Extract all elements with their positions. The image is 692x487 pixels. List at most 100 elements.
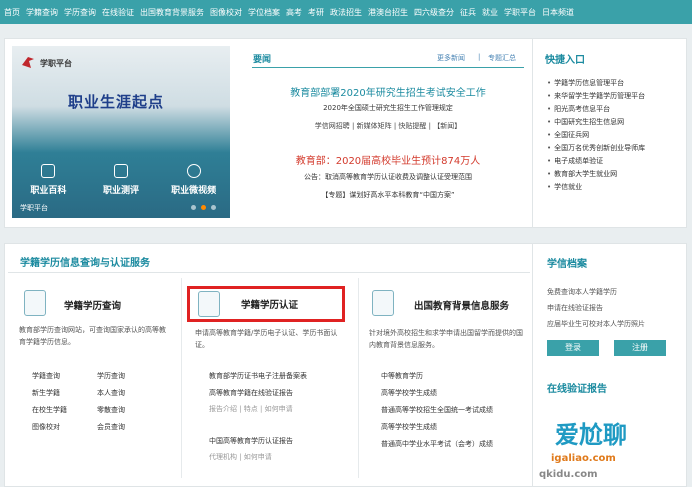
abroad-service-title[interactable]: 出国教育背景信息服务 bbox=[414, 298, 509, 312]
auth-link-3-sub[interactable]: 代理机构 | 如何申请 bbox=[209, 449, 272, 466]
query-link[interactable]: 学历查询 bbox=[97, 368, 162, 385]
archive-title: 学信档案 bbox=[547, 259, 587, 270]
quick-entry-item[interactable]: 教育部大学生就业网 bbox=[547, 168, 645, 181]
carousel-dot-active[interactable] bbox=[201, 205, 206, 210]
quick-entry-item[interactable]: 电子成绩单验证 bbox=[547, 155, 645, 168]
nav-link[interactable]: 在线验证 bbox=[102, 7, 134, 18]
query-link[interactable]: 零散查询 bbox=[97, 402, 162, 419]
col-divider bbox=[181, 278, 182, 478]
login-button[interactable]: 登录 bbox=[547, 340, 599, 356]
news-links-1[interactable]: 学信网招聘 | 新媒体矩阵 | 快贴提醒 | 【新闻】 bbox=[252, 121, 524, 131]
career-assessment-link[interactable]: 职业测评 bbox=[86, 164, 156, 196]
quick-entry-item[interactable]: 全国万名优秀创新创业导师库 bbox=[547, 142, 645, 155]
abroad-link[interactable]: 中等教育学历 bbox=[381, 368, 531, 385]
abroad-service-desc: 针对境外高校招生和求学申请出国留学而提供的国内教育背景信息服务。 bbox=[369, 329, 523, 349]
auth-link-3[interactable]: 中国高等教育学历认证报告 bbox=[209, 433, 293, 450]
news-headline-1[interactable]: 教育部部署2020年研究生招生考试安全工作 bbox=[252, 84, 524, 99]
nav-link[interactable]: 日本频道 bbox=[542, 7, 574, 18]
nav-link[interactable]: 学职平台 bbox=[504, 7, 536, 18]
nav-link[interactable]: 征兵 bbox=[460, 7, 476, 18]
auth-link-1[interactable]: 教育部学历证书电子注册备案表 bbox=[209, 368, 307, 385]
query-service-title[interactable]: 学籍学历查询 bbox=[64, 298, 121, 312]
divider: | bbox=[478, 53, 481, 61]
nav-link[interactable]: 高考 bbox=[286, 7, 302, 18]
nav-link[interactable]: 就业 bbox=[482, 7, 498, 18]
carousel-dot[interactable] bbox=[211, 205, 216, 210]
document-icon bbox=[113, 164, 128, 178]
archive-line-3[interactable]: 应届毕业生可校对本人学历照片 bbox=[547, 318, 645, 330]
abroad-link[interactable]: 高等学校学生成绩 bbox=[381, 385, 531, 402]
more-news-link[interactable]: 更多新闻 bbox=[437, 53, 465, 63]
auth-link-2-sub[interactable]: 报告介绍 | 特点 | 如何申请 bbox=[209, 401, 293, 418]
special-topics-link[interactable]: 专题汇总 bbox=[488, 53, 516, 63]
banner-logo-text: 学职平台 bbox=[40, 59, 72, 68]
film-reel-icon bbox=[186, 164, 201, 178]
services-section-title: 学籍学历信息查询与认证服务 bbox=[20, 258, 150, 269]
plus-icon bbox=[41, 164, 56, 178]
register-button[interactable]: 注册 bbox=[614, 340, 666, 356]
quick-entry-item[interactable]: 中国研究生招生信息网 bbox=[547, 116, 645, 129]
nav-link[interactable]: 学位档案 bbox=[248, 7, 280, 18]
quick-entry-item[interactable]: 阳光高考信息平台 bbox=[547, 103, 645, 116]
query-service-desc: 教育部学历查询网站，可查询国家承认的高等教育学籍学历信息。 bbox=[19, 326, 166, 346]
banner-footer: 学职平台 bbox=[20, 204, 48, 212]
query-links: 学籍查询 学历查询 新生学籍 本人查询 在校生学籍 零散查询 图像校对 会员查询 bbox=[32, 368, 162, 436]
nav-link[interactable]: 港澳台招生 bbox=[368, 7, 408, 18]
archive-line-2[interactable]: 申请在线验证报告 bbox=[547, 302, 603, 314]
abroad-link[interactable]: 高等学校学生成绩 bbox=[381, 419, 531, 436]
col-divider bbox=[358, 278, 359, 478]
watermark-url: igaliao.com bbox=[551, 453, 616, 464]
query-link[interactable]: 会员查询 bbox=[97, 419, 162, 436]
abroad-link[interactable]: 普通高等学校招生全国统一考试成绩 bbox=[381, 402, 531, 419]
quick-entry-item[interactable]: 学籍学历信息管理平台 bbox=[547, 77, 645, 90]
nav-link[interactable]: 学籍查询 bbox=[26, 7, 58, 18]
globe-book-icon bbox=[372, 290, 394, 316]
top-nav: 首页 学籍查询 学历查询 在线验证 出国教育背景服务 图像校对 学位档案 高考 考研 政法招生 港澳… bbox=[0, 0, 692, 24]
query-link[interactable]: 在校生学籍 bbox=[32, 402, 97, 419]
career-encyclopedia-link[interactable]: 职业百科 bbox=[13, 164, 83, 196]
query-link[interactable]: 本人查询 bbox=[97, 385, 162, 402]
auth-service-desc: 申请高等教育学籍/学历电子认证、学历书面认证。 bbox=[195, 329, 338, 349]
highlight-box bbox=[187, 286, 345, 322]
quick-entry-item[interactable]: 全国征兵网 bbox=[547, 129, 645, 142]
career-video-link[interactable]: 职业微视频 bbox=[159, 164, 229, 196]
news-divider bbox=[252, 67, 524, 68]
nav-link[interactable]: 学历查询 bbox=[64, 7, 96, 18]
abroad-link[interactable]: 普通高中学业水平考试（会考）成绩 bbox=[381, 436, 531, 453]
auth-link-2[interactable]: 高等教育学籍在线验证报告 bbox=[209, 385, 293, 402]
watermark-logo: 爱尬聊 igaliao.com qkidu.com bbox=[533, 405, 683, 485]
query-link[interactable]: 学籍查询 bbox=[32, 368, 97, 385]
watermark-url-2: qkidu.com bbox=[539, 469, 598, 480]
news-title: 要闻 bbox=[253, 55, 272, 65]
nav-link[interactable]: 首页 bbox=[4, 7, 20, 18]
quick-entry-title: 快捷入口 bbox=[545, 55, 585, 66]
query-link[interactable]: 新生学籍 bbox=[32, 385, 97, 402]
archive-line-1[interactable]: 免费查询本人学籍学历 bbox=[547, 286, 617, 298]
watermark-brand: 爱尬聊 bbox=[555, 421, 627, 449]
quick-entry-list: 学籍学历信息管理平台来华留学生学籍学历管理平台阳光高考信息平台中国研究生招生信息… bbox=[547, 77, 645, 194]
quick-entry-item[interactable]: 来华留学生学籍学历管理平台 bbox=[547, 90, 645, 103]
nav-link[interactable]: 政法招生 bbox=[330, 7, 362, 18]
nav-link[interactable]: 出国教育背景服务 bbox=[140, 7, 204, 18]
news-sub-2[interactable]: 公告：取消高等教育学历认证收费及调整认证受理范围 bbox=[252, 172, 524, 182]
query-link[interactable]: 图像校对 bbox=[32, 419, 97, 436]
news-sub-1[interactable]: 2020年全国硕士研究生招生工作管理规定 bbox=[252, 103, 524, 113]
nav-link[interactable]: 图像校对 bbox=[210, 7, 242, 18]
card-label: 职业微视频 bbox=[171, 186, 217, 196]
banner-carousel[interactable]: 学职平台 职业生涯起点 职业百科 职业测评 职业微视频 学职平台 bbox=[12, 46, 230, 218]
online-report-title: 在线验证报告 bbox=[547, 384, 607, 395]
news-headline-2[interactable]: 教育部：2020届高校毕业生预计874万人 bbox=[252, 152, 524, 167]
news-sub-3[interactable]: 【专题】谋划好高水平本科教育“中国方案” bbox=[252, 190, 524, 200]
carousel-dot[interactable] bbox=[191, 205, 196, 210]
nav-link[interactable]: 考研 bbox=[308, 7, 324, 18]
banner-cards: 职业百科 职业测评 职业微视频 bbox=[12, 164, 230, 196]
nav-link[interactable]: 四六级查分 bbox=[414, 7, 454, 18]
carousel-dots[interactable] bbox=[191, 205, 216, 210]
bird-logo-icon bbox=[22, 57, 34, 68]
quick-entry-item[interactable]: 学信就业 bbox=[547, 181, 645, 194]
abroad-links: 中等教育学历 高等学校学生成绩 普通高等学校招生全国统一考试成绩 高等学校学生成绩 普通… bbox=[381, 368, 531, 453]
quick-divider bbox=[532, 38, 533, 228]
card-label: 职业百科 bbox=[30, 186, 67, 196]
id-card-icon bbox=[24, 290, 46, 316]
services-divider bbox=[8, 272, 530, 273]
